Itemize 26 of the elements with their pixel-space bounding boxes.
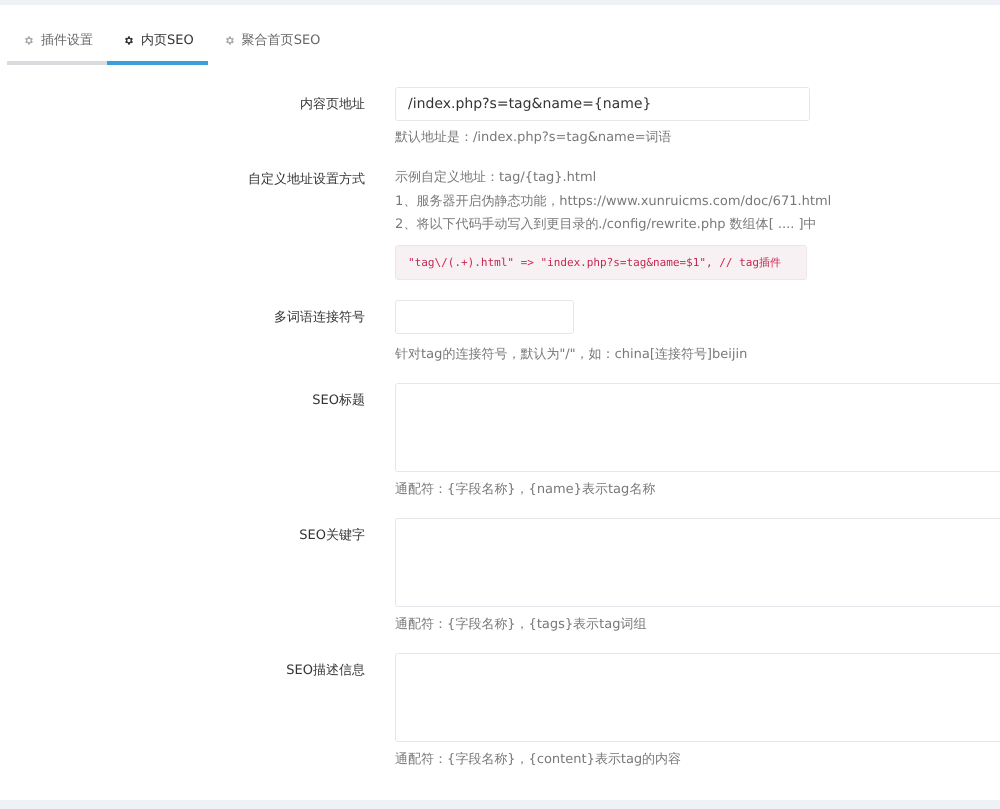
url-input-field[interactable]: /index.php?s=tag&name={name} — [395, 87, 810, 121]
help-text: 通配符：{字段名称}，{name}表示tag名称 — [395, 480, 656, 498]
tab[interactable]: 聚合首页SEO — [208, 31, 334, 65]
help-text: 通配符：{字段名称}，{content}表示tag的内容 — [395, 750, 682, 768]
text-area-field[interactable] — [395, 518, 1000, 606]
gear-icon — [224, 34, 235, 46]
text-area-field[interactable] — [395, 652, 1000, 742]
info-text: 示例自定义地址：tag/{tag}.html — [395, 169, 598, 187]
tab[interactable]: 内页SEO — [107, 31, 208, 65]
text-area-field[interactable] — [395, 382, 1000, 472]
field-label: SEO关键字 — [298, 526, 365, 544]
help-text: 针对tag的连接符号，默认为"/"，如：china[连接符号]beijin — [395, 346, 748, 362]
field-label: 多词语连接符号 — [273, 308, 365, 326]
gear-icon — [123, 34, 134, 46]
help-text: 默认地址是：/index.php?s=tag&name=词语 — [395, 129, 673, 146]
help-text: 通配符：{字段名称}，{tags}表示tag词组 — [395, 616, 648, 632]
info-text: 2、将以下代码手动写入到更目录的./config/rewrite.php 数组体[ .... ]中 — [395, 216, 818, 234]
gear-icon — [23, 34, 34, 46]
field-label: 内容页地址 — [299, 96, 365, 114]
code-snippet: "tag\/(.+).html" => "index.php?s=tag&name=$1", // tag插件 — [395, 244, 807, 280]
tab[interactable]: 插件设置 — [7, 31, 107, 65]
field-label: 自定义地址设置方式 — [247, 171, 365, 189]
info-text: 1、服务器开启伪静态功能，https://www.xunruicms.com/doc/671.html — [395, 192, 832, 210]
field-label: SEO描述信息 — [285, 662, 365, 680]
separator-input-field[interactable] — [395, 300, 574, 334]
field-label: SEO标题 — [311, 392, 365, 410]
